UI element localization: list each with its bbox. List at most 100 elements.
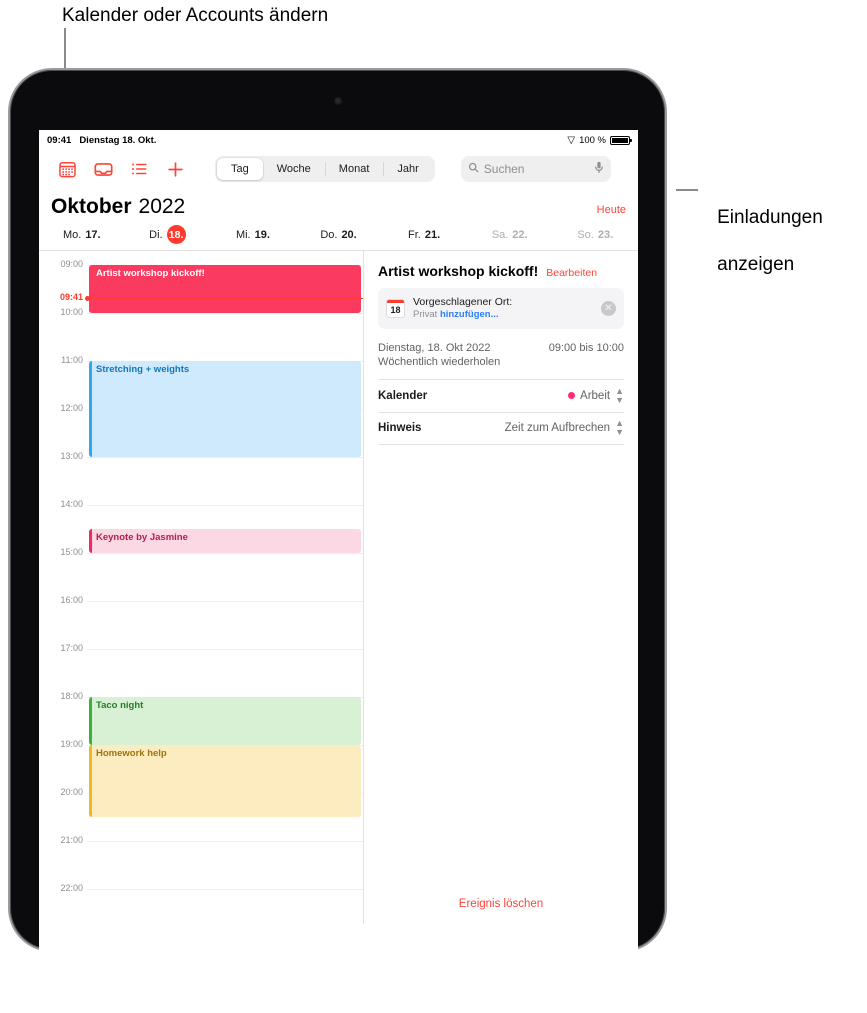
detail-row-alert-label: Hinweis	[378, 422, 422, 435]
close-icon[interactable]: ✕	[601, 300, 616, 316]
weekday-name: Di.	[149, 228, 163, 241]
search-input[interactable]: Suchen	[460, 156, 611, 182]
callout-invitations-line1: Einladungen	[717, 206, 823, 228]
detail-row-alert-value[interactable]: Zeit zum Aufbrechen ▲ ▼	[505, 419, 624, 437]
inbox-icon[interactable]	[85, 154, 121, 184]
list-icon[interactable]	[121, 154, 157, 184]
callout-label-calendars: Kalender oder Accounts ändern	[62, 5, 329, 26]
event-label: Taco night	[96, 700, 144, 711]
event-color-bar	[89, 697, 92, 745]
segment-monat[interactable]: Monat	[324, 158, 384, 180]
event-detail-header: Artist workshop kickoff! Bearbeiten	[378, 263, 624, 279]
month-name: Oktober	[51, 195, 132, 218]
current-time-label: 09:41	[59, 291, 83, 302]
calendar-event[interactable]: Taco night	[89, 697, 361, 745]
mini-calendar-icon: 18	[386, 298, 405, 318]
hour-label: 20:00	[60, 787, 83, 797]
hour-label: 15:00	[60, 547, 83, 557]
weekday-do[interactable]: Do. 20.	[296, 225, 382, 244]
weekday-name: Sa.	[491, 228, 509, 241]
battery-icon	[610, 135, 632, 145]
weekday-number: 21.	[424, 228, 441, 241]
weekday-name: Mi.	[235, 228, 251, 241]
weekday-fr[interactable]: Fr. 21.	[381, 225, 467, 244]
callout-label-invitations: Einladungen anzeigen	[696, 182, 823, 301]
chevron-updown-icon-alert[interactable]: ▲ ▼	[615, 419, 624, 437]
event-date: Dienstag, 18. Okt 2022	[378, 341, 491, 354]
suggestion-line2: Privat hinzufügen...	[413, 309, 593, 322]
hour-row: 14:00	[39, 499, 363, 509]
weekday-name: So.	[577, 228, 594, 241]
hour-label: 11:00	[61, 355, 83, 365]
current-time-dot	[85, 295, 90, 301]
suggestion-add-link[interactable]: hinzufügen...	[440, 309, 499, 320]
mini-calendar-day: 18	[390, 304, 401, 315]
chevron-updown-icon[interactable]: ▲ ▼	[615, 386, 624, 405]
event-color-bar	[89, 265, 92, 313]
weekday-mo[interactable]: Mo. 17.	[39, 225, 125, 244]
weekday-so[interactable]: So. 23.	[552, 225, 638, 244]
calendar-event[interactable]: Artist workshop kickoff!	[89, 265, 361, 313]
hour-label: 09:00	[60, 259, 83, 269]
hour-label: 22:00	[60, 883, 83, 893]
month-header: Oktober 2022 Heute	[39, 188, 638, 223]
detail-row-calendar-value[interactable]: Arbeit ▲ ▼	[568, 386, 624, 405]
edit-button[interactable]: Bearbeiten	[546, 267, 597, 279]
front-camera	[333, 97, 342, 105]
detail-row-calendar[interactable]: Kalender Arbeit ▲ ▼	[378, 378, 624, 412]
hour-gridline	[87, 649, 363, 650]
hour-row: 15:00	[39, 547, 363, 557]
hour-gridline	[87, 505, 363, 506]
hour-gridline	[87, 553, 363, 554]
day-view-column[interactable]: 09:00 10:00 11:00 12:00 13:00 14:00 15:00 16:00…	[39, 251, 364, 924]
segment-woche[interactable]: Woche	[263, 158, 325, 180]
view-mode-segmented-control[interactable]: Tag Woche Monat Jahr	[215, 156, 435, 182]
battery-percent: 100 %	[579, 134, 606, 146]
event-color-bar	[89, 361, 92, 457]
screenshot-root: Kalender oder Accounts ändern Einladunge…	[0, 0, 867, 1013]
search-icon	[468, 162, 479, 176]
day-timeline[interactable]: 09:00 10:00 11:00 12:00 13:00 14:00 15:00 16:00…	[39, 251, 363, 924]
hour-row: 10:00	[39, 307, 363, 317]
status-bar-right: ▽ 100 %	[567, 134, 632, 146]
hour-label: 10:00	[60, 307, 83, 317]
segment-tag[interactable]: Tag	[217, 158, 263, 180]
hour-gridline	[87, 889, 363, 890]
calendar-event[interactable]: Homework help	[89, 745, 361, 817]
hour-row: 22:00	[39, 883, 363, 893]
weekday-number: 19.	[254, 228, 270, 241]
event-label: Keynote by Jasmine	[96, 532, 188, 543]
suggested-location-card[interactable]: 18 Vorgeschlagener Ort: Privat hinzufüge…	[378, 288, 624, 329]
hour-gridline	[87, 601, 363, 602]
hour-label: 17:00	[60, 643, 83, 653]
calendar-event[interactable]: Keynote by Jasmine	[89, 529, 361, 553]
suggestion-text: Vorgeschlagener Ort: Privat hinzufügen..…	[413, 295, 593, 322]
weekday-name: Do.	[320, 228, 338, 241]
today-button[interactable]: Heute	[597, 204, 626, 216]
current-time-line	[87, 297, 363, 299]
calendar-body: 09:00 10:00 11:00 12:00 13:00 14:00 15:00 16:00…	[39, 251, 638, 924]
weekday-mi[interactable]: Mi. 19.	[210, 225, 296, 244]
hour-row: 16:00	[39, 595, 363, 605]
status-date: Dienstag 18. Okt.	[79, 134, 157, 146]
ipad-device-frame: 09:41 Dienstag 18. Okt. ▽ 100 % Tag Woch…	[8, 68, 667, 998]
calendar-event[interactable]: Stretching + weights	[89, 361, 361, 457]
suggestion-privacy: Privat	[413, 309, 440, 321]
microphone-icon[interactable]	[594, 161, 604, 177]
suggestion-line1: Vorgeschlagener Ort:	[413, 296, 513, 308]
status-bar: 09:41 Dienstag 18. Okt. ▽ 100 %	[39, 130, 638, 150]
weekday-number: 23.	[597, 228, 614, 241]
search-placeholder: Suchen	[483, 162, 525, 176]
detail-row-alert[interactable]: Hinweis Zeit zum Aufbrechen ▲ ▼	[378, 411, 624, 445]
weekday-sa[interactable]: Sa. 22.	[467, 225, 553, 244]
add-event-icon[interactable]	[157, 154, 193, 184]
month-year: 2022	[138, 195, 186, 218]
calendar-name: Arbeit	[580, 389, 611, 402]
delete-event-button[interactable]: Ereignis löschen	[459, 898, 543, 910]
calendars-icon[interactable]	[49, 154, 85, 184]
segment-jahr[interactable]: Jahr	[383, 158, 432, 180]
event-detail-panel: Artist workshop kickoff! Bearbeiten 18 V…	[364, 251, 638, 924]
event-color-bar	[89, 745, 92, 817]
hour-label: 13:00	[60, 451, 83, 461]
weekday-di[interactable]: Di. 18.	[125, 225, 211, 244]
